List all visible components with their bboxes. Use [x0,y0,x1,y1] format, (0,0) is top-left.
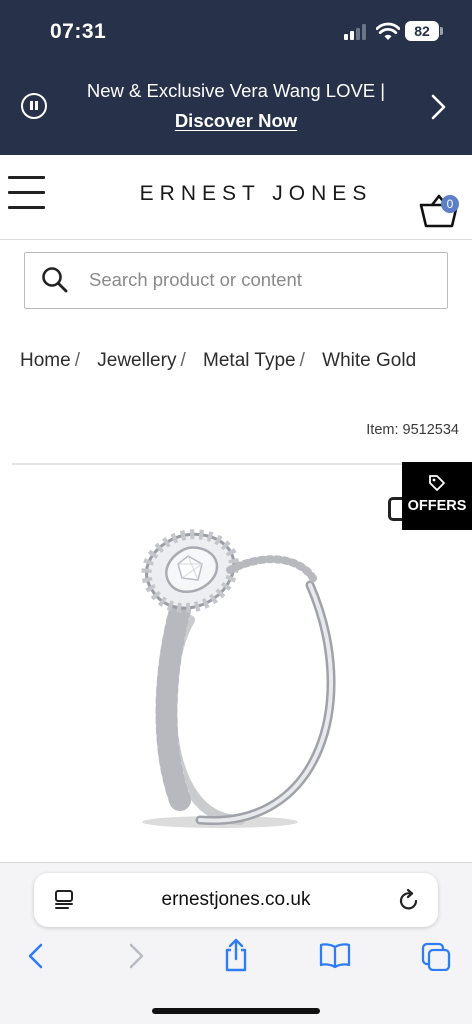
chevron-right-icon[interactable] [426,92,450,122]
reload-icon[interactable] [398,888,420,912]
breadcrumb-separator: / [299,350,305,371]
site-logo[interactable]: ERNEST JONES [100,182,412,206]
search-input[interactable] [89,265,429,295]
pause-icon[interactable] [21,93,47,119]
back-icon[interactable] [24,941,48,971]
promo-banner[interactable]: New & Exclusive Vera Wang LOVE | Discove… [60,76,412,136]
share-icon[interactable] [222,937,250,973]
breadcrumb-home[interactable]: Home [20,350,71,371]
hamburger-icon[interactable] [8,176,45,210]
search-icon [42,267,68,293]
promo-text: New & Exclusive Vera Wang LOVE | [86,80,386,101]
tag-icon [429,475,445,491]
status-bar: 07:31 82 [0,0,472,62]
breadcrumb-separator: / [180,350,186,371]
address-bar[interactable]: ernestjones.co.uk [34,873,438,927]
search-box[interactable] [24,252,448,309]
tabs-icon[interactable] [420,941,452,971]
offers-button[interactable]: OFFERS [402,462,472,530]
breadcrumb-jewellery[interactable]: Jewellery [97,350,176,371]
browser-toolbar: ernestjones.co.uk [0,862,472,1024]
top-banner-area: 07:31 82 New & Exclusive Vera Wang LOVE … [0,0,472,155]
battery-tip [440,27,443,35]
status-time: 07:31 [50,20,107,43]
url-text: ernestjones.co.uk [161,889,311,910]
basket-count-badge: 0 [441,195,459,213]
home-indicator [152,1008,320,1014]
bookmarks-icon[interactable] [318,941,352,969]
breadcrumb-white-gold[interactable]: White Gold [322,350,416,371]
item-number: Item: 9512534 [366,422,459,438]
site-header: ERNEST JONES [0,155,472,240]
breadcrumb-separator: / [74,350,80,371]
wishlist-icon[interactable] [388,497,402,521]
offers-label: OFFERS [407,498,467,514]
breadcrumb: Home / Jewellery / Metal Type / White Gold [20,350,416,372]
forward-icon[interactable] [124,941,148,971]
cellular-signal-icon [344,24,370,40]
discover-now-link[interactable]: Discover Now [60,106,412,136]
breadcrumb-metal-type[interactable]: Metal Type [203,350,296,371]
wifi-icon [376,22,400,40]
battery-level: 82 [405,21,439,41]
product-image-ring[interactable] [120,520,360,860]
